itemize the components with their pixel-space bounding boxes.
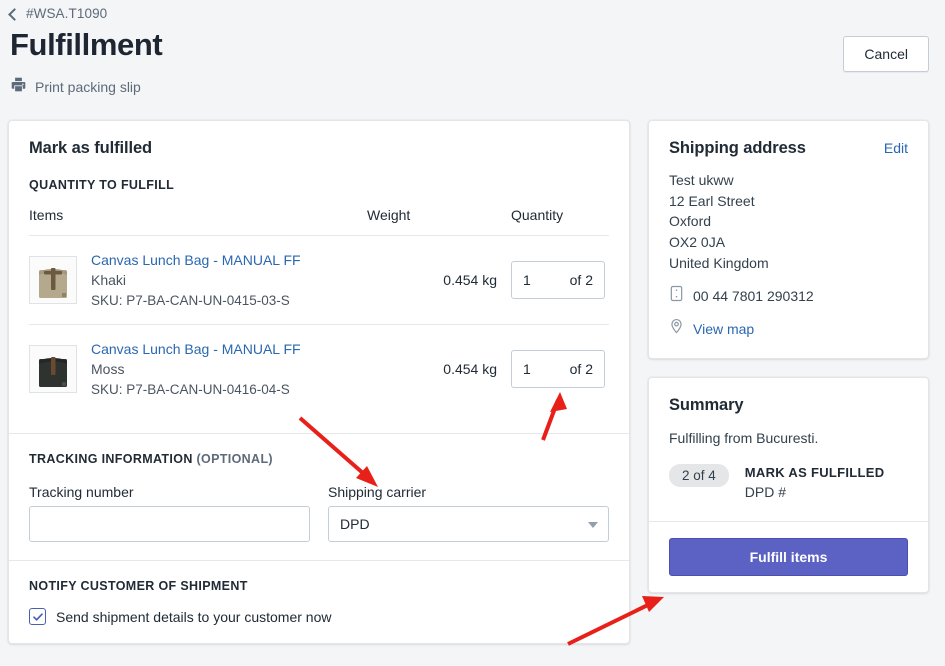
summary-carrier: DPD # [744, 484, 787, 501]
tracking-subhead-optional: (OPTIONAL) [196, 452, 273, 467]
item-variant: Khaki [91, 272, 127, 289]
quantity-total: of 2 [569, 361, 593, 378]
quantity-to-fulfill-subhead: QUANTITY TO FULFILL [29, 178, 175, 192]
shipping-carrier-field-group: Shipping carrier DPD [328, 484, 609, 543]
item-sku: SKU: P7-BA-CAN-UN-0415-03-S [91, 292, 290, 308]
checkmark-icon [32, 613, 43, 621]
item-weight: 0.454 kg [367, 235, 497, 326]
fulfill-items-button[interactable]: Fulfill items [669, 537, 908, 576]
edit-address-link[interactable]: Edit [884, 140, 908, 156]
fulfillment-column: Mark as fulfilled QUANTITY TO FULFILL It… [8, 120, 630, 645]
table-row: Canvas Lunch Bag - MANUAL FF Khaki SKU: … [29, 235, 609, 326]
notify-customer-subhead: NOTIFY CUSTOMER OF SHIPMENT [29, 579, 248, 594]
summary-card: Summary Fulfilling from Bucuresti. 2 of … [648, 376, 929, 593]
column-header-quantity: Quantity [497, 207, 609, 236]
shipping-carrier-select[interactable]: DPD [328, 506, 609, 543]
tracking-information-subhead: TRACKING INFORMATION (OPTIONAL) [29, 452, 609, 466]
send-shipment-details-label: Send shipment details to your customer n… [56, 608, 332, 625]
items-table-header-row: Items Weight Quantity [29, 207, 609, 236]
page-title: Fulfillment [10, 27, 163, 62]
tracking-number-input[interactable] [29, 506, 310, 543]
shipping-address-card: Shipping address Edit Test ukww 12 Earl … [648, 120, 929, 359]
breadcrumb-label: #WSA.T1090 [26, 6, 108, 21]
item-info-cell: Canvas Lunch Bag - MANUAL FF Khaki SKU: … [29, 235, 367, 326]
column-header-items: Items [29, 207, 367, 236]
item-title[interactable]: Canvas Lunch Bag - MANUAL FF [91, 250, 301, 270]
send-shipment-details-checkbox[interactable] [29, 608, 46, 626]
fulfill-button-section: Fulfill items [649, 520, 928, 592]
quantity-total: of 2 [569, 272, 593, 289]
status-badge: 2 of 4 [669, 463, 729, 487]
print-packing-slip-link[interactable]: Print packing slip [10, 76, 141, 98]
main-layout: Mark as fulfilled QUANTITY TO FULFILL It… [0, 120, 945, 645]
summary-title: Summary [669, 395, 744, 414]
item-quantity-cell: 1 of 2 [497, 235, 609, 326]
shipping-address-section: Shipping address Edit Test ukww 12 Earl … [649, 121, 928, 358]
tracking-number-field-group: Tracking number [29, 484, 310, 543]
product-thumbnail [29, 345, 77, 394]
notify-customer-section: NOTIFY CUSTOMER OF SHIPMENT Send shipmen… [9, 560, 629, 643]
table-row: Canvas Lunch Bag - MANUAL FF Moss SKU: P… [29, 325, 609, 416]
item-sku: SKU: P7-BA-CAN-UN-0416-04-S [91, 381, 290, 397]
address-line: Oxford [669, 213, 712, 230]
item-title[interactable]: Canvas Lunch Bag - MANUAL FF [91, 339, 301, 359]
tracking-information-section: TRACKING INFORMATION (OPTIONAL) Tracking… [9, 433, 629, 560]
quantity-stepper[interactable]: 1 of 2 [511, 261, 605, 300]
cancel-button[interactable]: Cancel [843, 36, 929, 72]
item-info-cell: Canvas Lunch Bag - MANUAL FF Moss SKU: P… [29, 325, 367, 416]
item-variant: Moss [91, 361, 125, 378]
tracking-number-label: Tracking number [29, 484, 134, 501]
view-map-row[interactable]: View map [669, 318, 908, 340]
address-line: 12 Earl Street [669, 192, 755, 209]
address-lines: Test ukww 12 Earl Street Oxford OX2 0JA … [669, 170, 908, 274]
quantity-value: 1 [523, 272, 531, 289]
phone-number: 00 44 7801 290312 [693, 287, 814, 304]
printer-icon [10, 76, 27, 98]
quantity-stepper[interactable]: 1 of 2 [511, 350, 605, 389]
print-packing-slip-label: Print packing slip [35, 78, 141, 95]
shipping-carrier-label: Shipping carrier [328, 484, 427, 501]
fulfilling-from-text: Fulfilling from Bucuresti. [669, 429, 819, 446]
chevron-left-icon [8, 7, 21, 21]
mark-as-fulfilled-heading: Mark as fulfilled [29, 139, 153, 157]
mark-as-fulfilled-card: Mark as fulfilled QUANTITY TO FULFILL It… [8, 120, 630, 645]
quantity-section: Mark as fulfilled QUANTITY TO FULFILL It… [9, 121, 629, 433]
item-quantity-cell: 1 of 2 [497, 325, 609, 416]
sidebar-column: Shipping address Edit Test ukww 12 Earl … [648, 120, 929, 593]
phone-row: 00 44 7801 290312 [669, 285, 908, 307]
quantity-value: 1 [523, 361, 531, 378]
mobile-phone-icon [669, 285, 684, 307]
address-line: United Kingdom [669, 254, 769, 271]
map-pin-icon [669, 318, 684, 340]
breadcrumb[interactable]: #WSA.T1090 [8, 6, 108, 21]
product-thumbnail [29, 256, 77, 305]
tracking-subhead-main: TRACKING INFORMATION [29, 452, 193, 467]
column-header-weight: Weight [367, 207, 497, 236]
address-line: OX2 0JA [669, 234, 726, 251]
page-header: #WSA.T1090 Fulfillment Print packing sli… [0, 0, 945, 120]
view-map-link[interactable]: View map [693, 321, 754, 337]
address-line: Test ukww [669, 172, 734, 188]
shipping-address-title: Shipping address [669, 139, 806, 157]
item-weight: 0.454 kg [443, 361, 497, 378]
summary-section: Summary Fulfilling from Bucuresti. 2 of … [649, 378, 928, 521]
items-table: Items Weight Quantity Canvas Lunch Bag -… [29, 207, 609, 415]
summary-status: MARK AS FULFILLED [744, 464, 885, 480]
send-shipment-details-row[interactable]: Send shipment details to your customer n… [29, 608, 609, 626]
